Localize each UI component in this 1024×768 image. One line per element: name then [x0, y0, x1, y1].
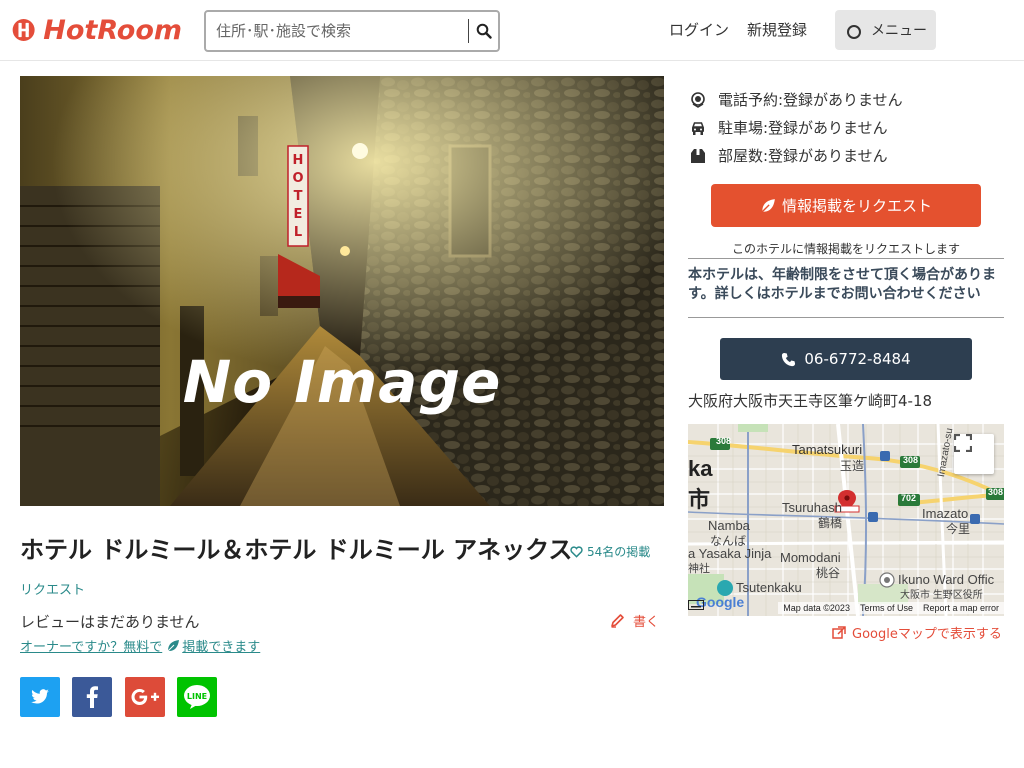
fullscreen-icon [954, 434, 972, 452]
map-label-yasaka: a Yasaka Jinja [688, 546, 772, 561]
rooms-row: 部屋数:登録がありません [688, 145, 888, 166]
age-restriction-notice: 本ホテルは、年齢制限をさせて頂く場合があります。詳しくはホテルまでお問い合わせく… [688, 267, 996, 302]
svg-text:T: T [294, 189, 303, 204]
request-link[interactable]: リクエスト [20, 579, 85, 598]
logo-text: HotRoom [43, 14, 182, 46]
twitter-share-button[interactable] [20, 677, 60, 717]
map-report-link[interactable]: Report a map error [917, 602, 1004, 614]
facebook-icon [86, 686, 98, 708]
menu-label: メニュー [871, 23, 927, 39]
svg-text:LINE: LINE [187, 692, 207, 701]
googleplus-share-button[interactable] [125, 677, 165, 717]
parking-text: 駐車場:登録がありません [718, 119, 888, 137]
login-link[interactable]: ログイン [669, 19, 729, 40]
leaf-icon [166, 639, 180, 652]
divider [688, 317, 1004, 318]
headset-icon [688, 91, 708, 109]
map-route-label: 702 [901, 493, 917, 503]
map-label-namba: Namba [708, 518, 750, 533]
search-icon [476, 23, 492, 39]
map-label-ikuno-jp: 大阪市 生野区役所 [900, 590, 983, 601]
write-review-label: 書く [633, 615, 660, 630]
map-label-tamatsukuri-jp: 玉造 [840, 459, 865, 473]
line-icon: LINE [184, 685, 210, 709]
rooms-text: 部屋数:登録がありません [718, 147, 888, 165]
map-label-tamatsukuri: Tamatsukuri [792, 442, 863, 457]
owner-link[interactable]: オーナーですか？無料で 掲載できます [20, 636, 260, 655]
search-button[interactable] [472, 18, 496, 44]
map-label-tsuruhashi-jp: 鶴橋 [818, 516, 843, 530]
favorite-button[interactable]: 54名の掲載 [570, 543, 650, 560]
review-empty-text: レビューはまだありません [20, 613, 200, 631]
divider [688, 258, 1004, 259]
googleplus-icon [131, 688, 159, 705]
car-icon [688, 119, 708, 137]
keyboard-icon[interactable] [688, 600, 742, 610]
request-note: このホテルに情報掲載をリクエストします [731, 242, 960, 256]
request-info-label: 情報掲載をリクエスト [781, 197, 932, 215]
hotel-address: 大阪府大阪市天王寺区筆ケ崎町4-18 [688, 392, 933, 410]
map-label-momodani-jp: 桃谷 [816, 566, 841, 580]
map-terms-link[interactable]: Terms of Use [854, 602, 918, 614]
search-divider [468, 19, 469, 43]
svg-text:E: E [294, 207, 303, 222]
parking-row: 駐車場:登録がありません [688, 117, 888, 138]
google-maps-link-label: Googleマップで表示する [852, 627, 1002, 642]
google-map[interactable]: 308 308 702 308 Tamatsukuri 玉造 ka 市 Tsur… [688, 424, 1004, 616]
map-label-tsutenkaku: Tsutenkaku [736, 580, 802, 595]
logo[interactable]: HotRoom [12, 10, 182, 50]
search-input[interactable] [216, 12, 466, 50]
menu-button[interactable]: メニュー [835, 10, 936, 50]
alley-illustration: HOTEL [20, 76, 664, 506]
phone-reservation-row: 電話予約:登録がありません [688, 89, 903, 110]
facebook-share-button[interactable] [72, 677, 112, 717]
heart-icon [570, 545, 583, 558]
search-box [204, 10, 500, 52]
map-route-label: 308 [988, 487, 1004, 497]
phone-icon [782, 352, 796, 366]
hotel-name: ホテル ドルミール＆ホテル ドルミール アネックス [20, 536, 573, 564]
request-info-button[interactable]: 情報掲載をリクエスト [711, 184, 981, 227]
map-label-ikuno: Ikuno Ward Offic [898, 572, 995, 587]
svg-text:H: H [293, 153, 304, 168]
line-share-button[interactable]: LINE [177, 677, 217, 717]
owner-link-suffix: 掲載できます [182, 640, 261, 655]
phone-number: 06-6772-8484 [804, 350, 911, 368]
map-data-text: Map data ©2023 [778, 602, 855, 614]
external-link-icon [832, 626, 846, 639]
map-label-imazato: Imazato [922, 506, 969, 521]
favorite-count: 54名の掲載 [587, 545, 651, 559]
map-route-label: 308 [903, 455, 919, 465]
box-icon [688, 147, 708, 165]
signup-link[interactable]: 新規登録 [747, 19, 807, 40]
svg-text:O: O [292, 171, 303, 186]
owner-link-prefix: オーナーですか？無料で [20, 640, 163, 655]
logo-icon [12, 19, 35, 41]
menu-circle-icon [847, 24, 861, 39]
pencil-icon [611, 614, 624, 628]
hotel-photo: HOTEL No Image [20, 76, 664, 506]
leaf-icon [760, 198, 775, 213]
phone-reservation-text: 電話予約:登録がありません [718, 91, 903, 109]
map-footer: Map data ©2023 Terms of Use Report a map… [688, 600, 1004, 616]
phone-call-button[interactable]: 06-6772-8484 [720, 338, 972, 380]
site-header: HotRoom ログイン 新規登録 メニュー [0, 0, 1024, 61]
map-route-label: 308 [716, 436, 732, 446]
no-image-text: No Image [182, 348, 502, 416]
map-label-imazato-jp: 今里 [946, 522, 971, 536]
svg-text:L: L [294, 225, 302, 240]
google-maps-link[interactable]: Googleマップで表示する [832, 623, 1002, 642]
map-label-shi: 市 [688, 487, 711, 512]
map-label-momodani: Momodani [780, 550, 841, 565]
twitter-icon [31, 689, 49, 704]
map-label-tsuruhashi: Tsuruhash [782, 500, 842, 515]
map-label-ka: ka [688, 456, 713, 481]
map-label-jinja: 神社 [688, 563, 710, 575]
fullscreen-button[interactable] [954, 434, 994, 474]
write-review-link[interactable]: 書く [610, 611, 659, 630]
